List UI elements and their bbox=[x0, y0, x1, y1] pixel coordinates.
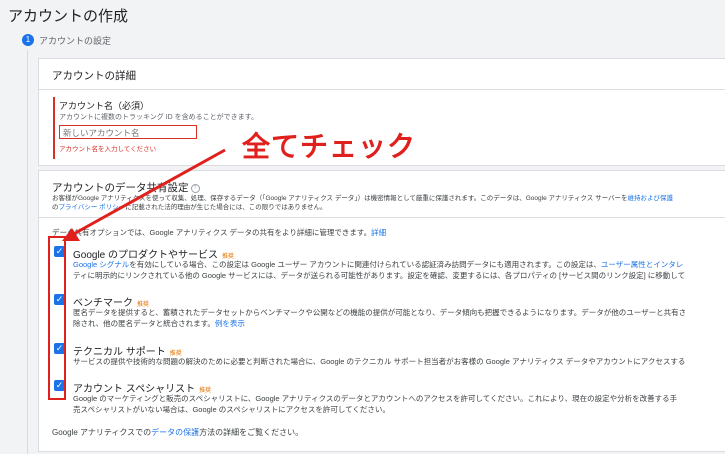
annotation-arrow bbox=[62, 148, 226, 241]
